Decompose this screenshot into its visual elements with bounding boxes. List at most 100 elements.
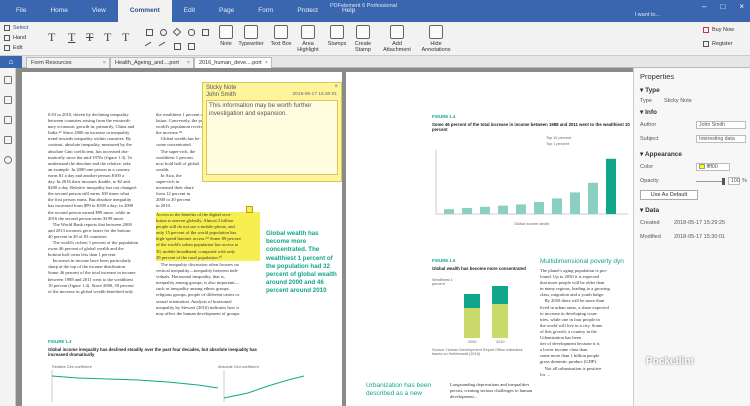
rectangle-icon[interactable]	[146, 29, 153, 36]
menu-file[interactable]: File	[4, 0, 38, 22]
stamps-label: Stamps	[327, 41, 347, 47]
arrow-icon[interactable]	[158, 41, 169, 52]
buy-now-button[interactable]: Buy Now	[703, 27, 734, 33]
typewriter-label: Typewriter	[238, 41, 264, 47]
tab-form-resources[interactable]: Form Resources ×	[26, 57, 110, 68]
menu-protect[interactable]: Protect	[285, 0, 330, 22]
figure-1-5-chart	[464, 286, 508, 338]
appearance-section[interactable]: ▾ Appearance	[640, 150, 682, 158]
info-section-label: Info	[645, 109, 657, 116]
bars-group	[444, 158, 616, 214]
hand-tool[interactable]: Hand	[4, 35, 26, 41]
type-label: Type	[640, 98, 652, 104]
author-field[interactable]: John Smith	[696, 121, 746, 129]
fig14-bar	[480, 206, 490, 214]
register-button[interactable]: Register	[703, 41, 732, 47]
comments-icon[interactable]	[3, 116, 12, 124]
hide-annotations-button[interactable]: Hide Annotations	[420, 25, 452, 53]
close-icon[interactable]: ×	[334, 84, 338, 90]
help-search[interactable]: I want to...	[635, 12, 660, 18]
color-value: ffff00	[706, 164, 718, 170]
add-attachment-button[interactable]: Add Attachment	[382, 25, 412, 53]
close-icon[interactable]: ×	[739, 2, 744, 11]
sticky-note-title: Sticky Note	[206, 85, 237, 91]
text-highlight-icon[interactable]: T	[48, 30, 55, 45]
menu-comment[interactable]: Comment	[117, 0, 172, 22]
line-icon[interactable]	[144, 41, 155, 52]
tab-health-ageing[interactable]: Health_Ageing_and....port ×	[110, 57, 194, 68]
data-section[interactable]: ▾ Data	[640, 206, 659, 214]
color-picker[interactable]: ffff00	[696, 163, 730, 171]
fig14-bar	[552, 198, 562, 214]
strikeout-icon[interactable]: T	[86, 30, 93, 45]
fig14-bar	[444, 209, 454, 214]
menu-view[interactable]: View	[80, 0, 118, 22]
typewriter-icon	[244, 25, 258, 39]
sticky-note-icon[interactable]	[246, 206, 253, 213]
create-stamp-button[interactable]: Create Stamp	[352, 25, 374, 53]
eraser-icon[interactable]	[188, 43, 195, 50]
attachment-icon	[390, 25, 404, 39]
opacity-field[interactable]: 100	[728, 177, 740, 185]
maximize-icon[interactable]: □	[720, 2, 725, 11]
underline-icon[interactable]: T	[68, 30, 75, 45]
menu-edit[interactable]: Edit	[172, 0, 207, 22]
info-section[interactable]: ▾ Info	[640, 108, 657, 116]
create-stamp-icon	[356, 25, 370, 39]
replace-text-icon[interactable]: T	[104, 30, 111, 45]
minimize-icon[interactable]: –	[702, 2, 706, 11]
tab-human-development[interactable]: 2016_human_deve....port ×	[194, 57, 272, 68]
body-text-col2-rest: The inequality discussion often focuses …	[156, 262, 241, 316]
close-tab-icon[interactable]: ×	[103, 58, 106, 68]
textbox-button[interactable]: Text Box	[268, 25, 294, 47]
fig14-legend-1: Top 10 percent	[546, 136, 572, 140]
type-section[interactable]: ▾ Type	[640, 86, 660, 94]
search-icon[interactable]	[3, 156, 12, 164]
fig14-legend-2: Top 1 percent	[546, 142, 570, 146]
polygon-icon[interactable]	[172, 27, 182, 37]
menu-form[interactable]: Form	[246, 0, 285, 22]
subject-field[interactable]: Interesting data	[696, 135, 746, 143]
area-highlight-button[interactable]: Area Highlight	[296, 25, 320, 53]
menu-page[interactable]: Page	[207, 0, 246, 22]
user-icon	[703, 41, 709, 47]
opacity-label: Opacity	[640, 178, 659, 184]
bar-2010-top	[492, 286, 508, 304]
stamps-button[interactable]: Stamps	[326, 25, 348, 47]
relative-gini-line	[51, 375, 219, 389]
use-as-default-button[interactable]: Use As Default	[640, 190, 698, 200]
shape-more-icon[interactable]	[202, 29, 209, 36]
insert-text-icon[interactable]: T	[122, 30, 129, 45]
tab-label: Health_Ageing_and....port	[115, 60, 179, 66]
opacity-slider-handle[interactable]	[722, 178, 725, 185]
fig14-bar	[498, 205, 508, 214]
stamp-icon	[330, 25, 344, 39]
fig14-bar	[606, 158, 616, 214]
select-tool[interactable]: Select	[4, 25, 28, 31]
created-label: Created	[640, 220, 660, 226]
pencil-icon[interactable]	[174, 43, 181, 50]
home-icon[interactable]: ⌂	[0, 56, 22, 68]
sticky-note-text[interactable]: This information may be worth further in…	[206, 100, 338, 175]
note-button[interactable]: Note	[218, 25, 234, 47]
hand-label: Hand	[13, 35, 27, 41]
note-label: Note	[220, 41, 232, 47]
close-tab-icon[interactable]: ×	[265, 58, 268, 68]
menu-home[interactable]: Home	[38, 0, 79, 22]
hide-annotations-label: Hide Annotations	[421, 41, 451, 53]
typewriter-button[interactable]: Typewriter	[236, 25, 266, 47]
modified-value: 2018-05-17 15:30:01	[674, 234, 726, 240]
edit-tool[interactable]: Edit	[4, 45, 22, 51]
close-tab-icon[interactable]: ×	[187, 58, 190, 68]
fig15-x-2000: 2000	[468, 340, 477, 344]
thumbnails-icon[interactable]	[3, 76, 12, 84]
opacity-slider[interactable]	[696, 181, 724, 182]
fig14-bar	[516, 204, 526, 214]
edit-label: Edit	[13, 45, 23, 51]
oval-icon[interactable]	[160, 29, 167, 36]
bookmarks-icon[interactable]	[3, 96, 12, 104]
sticky-note-popup[interactable]: Sticky Note × John Smith 2018-05-17 15:3…	[202, 82, 342, 182]
cloud-icon[interactable]	[188, 29, 195, 36]
highlighted-text[interactable]: Access to the benefits of the digital re…	[156, 212, 260, 261]
attachments-icon[interactable]	[3, 136, 12, 144]
